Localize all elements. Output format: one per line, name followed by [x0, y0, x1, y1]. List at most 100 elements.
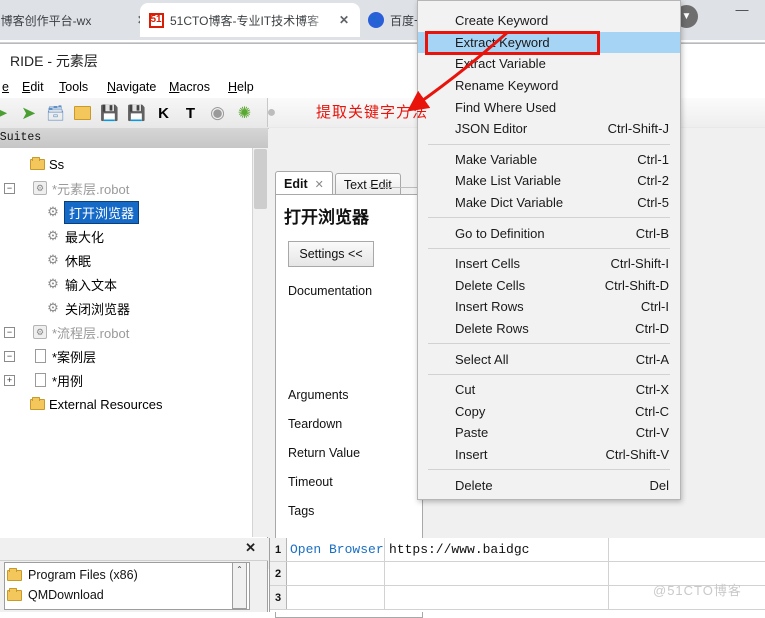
menu-file[interactable]: e	[0, 78, 15, 96]
tree-item-element-layer[interactable]: − ⚙ *元素层.robot	[0, 176, 129, 200]
menu-help[interactable]: Help	[222, 78, 260, 96]
menu-item-extract-variable[interactable]: Extract Variable	[418, 53, 680, 75]
menu-edit-rest: dit	[30, 80, 44, 94]
collapse-icon[interactable]: −	[4, 326, 15, 338]
menu-item-accel: Ctrl-V	[635, 425, 669, 441]
grid-cell-argument[interactable]: https://www.baidgc	[385, 538, 609, 561]
browser-tab-2[interactable]: 51 51CTO博客-专业IT技术博客 ✕	[140, 3, 360, 37]
menu-item-cut[interactable]: Cut Ctrl-X	[418, 379, 680, 401]
grid-cell-keyword[interactable]	[286, 562, 385, 585]
menu-item-select-all[interactable]: Select All Ctrl-A	[418, 348, 680, 370]
menu-separator	[428, 343, 670, 345]
tree-item-input-text[interactable]: ⚙ 输入文本	[0, 272, 117, 296]
table-row[interactable]: 1 Open Browser https://www.baidgc	[270, 538, 765, 562]
tree-vertical-scrollbar[interactable]	[252, 148, 268, 537]
tree-item-sleep[interactable]: ⚙ 休眠	[0, 248, 91, 272]
scrollbar-thumb[interactable]	[254, 149, 267, 209]
chevron-up-icon[interactable]: ⌃	[233, 563, 246, 577]
collapse-icon[interactable]: −	[4, 182, 15, 194]
menu-item-delete-rows[interactable]: Delete Rows Ctrl-D	[418, 318, 680, 340]
menu-item-rename-keyword[interactable]: Rename Keyword	[418, 75, 680, 97]
menu-item-delete[interactable]: Delete Del	[418, 474, 680, 496]
list-item-label: QMDownload	[28, 588, 104, 602]
menu-item-make-variable[interactable]: Make Variable Ctrl-1	[418, 149, 680, 171]
close-icon[interactable]: ✕	[245, 540, 256, 556]
cto-logo-icon: 51	[148, 12, 164, 28]
keyword-gear-icon: ⚙	[47, 228, 59, 243]
menu-item-accel: Ctrl-D	[635, 321, 669, 337]
tree-item-open-browser[interactable]: ⚙ 打开浏览器	[0, 200, 140, 224]
close-icon[interactable]: ✕	[336, 13, 352, 27]
field-timeout-label: Timeout	[288, 475, 333, 489]
menu-item-paste[interactable]: Paste Ctrl-V	[418, 422, 680, 444]
list-item[interactable]: Program Files (x86)	[7, 565, 138, 585]
save-icon[interactable]: 🗃	[42, 100, 69, 127]
browser-tab-1[interactable]: IT技术博客创作平台-wx ✕	[0, 3, 158, 37]
tree-item-ss[interactable]: Ss	[0, 152, 64, 176]
menu-item-json-editor[interactable]: JSON Editor Ctrl-Shift-J	[418, 118, 680, 140]
menu-item-label: Select All	[455, 351, 509, 367]
tree-item-case-layer[interactable]: − *案例层	[0, 344, 96, 368]
stop-icon[interactable]: ●	[258, 100, 285, 127]
new-directory-icon[interactable]	[69, 100, 96, 127]
menu-item-label: Find Where Used	[455, 99, 557, 115]
menu-item-find-where-used[interactable]: Find Where Used	[418, 96, 680, 118]
grid-cell-keyword[interactable]: Open Browser	[286, 538, 385, 561]
row-number: 3	[270, 586, 287, 609]
list-item[interactable]: QMDownload	[7, 585, 104, 605]
menu-item-make-dict-variable[interactable]: Make Dict Variable Ctrl-5	[418, 192, 680, 214]
folder-resource-icon	[28, 396, 46, 412]
grid-cell-argument[interactable]	[385, 586, 609, 609]
expand-icon[interactable]: +	[4, 374, 15, 386]
file-browser-panel: es ✕ Program Files (x86) QMDownload ⌃	[0, 538, 268, 612]
new-project-icon[interactable]: ➤	[0, 100, 15, 127]
tree-item-close-browser[interactable]: ⚙ 关闭浏览器	[0, 296, 130, 320]
settings-toggle-button[interactable]: Settings <<	[288, 241, 374, 267]
field-teardown-label: Teardown	[288, 417, 343, 431]
close-icon[interactable]: ✕	[315, 178, 324, 191]
menu-item-insert-cells[interactable]: Insert Cells Ctrl-Shift-I	[418, 253, 680, 275]
save-suite-icon[interactable]: 💾	[123, 100, 150, 127]
file-browser-header: es ✕	[0, 538, 268, 561]
tree-item-external-resources[interactable]: External Resources	[0, 392, 162, 416]
menu-item-go-to-definition[interactable]: Go to Definition Ctrl-B	[418, 222, 680, 244]
menu-item-create-keyword[interactable]: Create Keyword	[418, 10, 680, 32]
menu-item-accel: Ctrl-Shift-D	[604, 277, 669, 293]
tab-text-edit[interactable]: Text Edit	[334, 173, 401, 196]
menu-item-make-list-variable[interactable]: Make List Variable Ctrl-2	[418, 170, 680, 192]
menu-navigate[interactable]: Navigate	[101, 78, 162, 96]
tree-item-maximize[interactable]: ⚙ 最大化	[0, 224, 104, 248]
menu-tools[interactable]: Tools	[53, 78, 94, 96]
search-tests-icon[interactable]: T	[177, 100, 204, 127]
collapse-icon[interactable]: −	[4, 350, 15, 362]
keyword-gear-icon: ⚙	[47, 276, 59, 291]
window-minimize-button[interactable]: —	[729, 2, 755, 22]
menu-macros-rest: acros	[179, 80, 210, 94]
save-all-icon[interactable]: 💾	[96, 100, 123, 127]
grid-cell-extra[interactable]	[609, 538, 765, 561]
menu-macros[interactable]: Macros	[163, 78, 216, 96]
robot-file-icon: ⚙	[31, 180, 49, 196]
menu-item-label: Delete	[455, 477, 493, 493]
tree-item-flow-layer[interactable]: − ⚙ *流程层.robot	[0, 320, 129, 344]
menu-item-label: Paste	[455, 425, 489, 441]
debug-icon[interactable]: ✺	[231, 100, 258, 127]
menu-item-accel: Ctrl-Shift-J	[607, 121, 669, 137]
tree-item-use-case[interactable]: + *用例	[0, 368, 83, 392]
menu-item-delete-cells[interactable]: Delete Cells Ctrl-Shift-D	[418, 275, 680, 297]
file-browser-scrollbar[interactable]: ⌃	[232, 562, 247, 609]
grid-cell-argument[interactable]	[385, 562, 609, 585]
search-keyword-icon[interactable]: K	[150, 100, 177, 127]
tab-edit[interactable]: Edit ✕	[275, 171, 333, 196]
menu-item-accel: Ctrl-A	[635, 351, 669, 367]
menu-edit[interactable]: Edit	[16, 78, 50, 96]
tree-item-label: 打开浏览器	[63, 200, 140, 224]
open-icon[interactable]: ➤	[15, 100, 42, 127]
menu-item-label: Create Keyword	[455, 13, 549, 29]
grid-cell-keyword[interactable]	[286, 586, 385, 609]
run-icon[interactable]: ◉	[204, 100, 231, 127]
menu-item-insert-rows[interactable]: Insert Rows Ctrl-I	[418, 296, 680, 318]
menu-item-insert[interactable]: Insert Ctrl-Shift-V	[418, 444, 680, 466]
test-step-grid: 1 Open Browser https://www.baidgc 2 3	[269, 538, 765, 612]
menu-item-copy[interactable]: Copy Ctrl-C	[418, 401, 680, 423]
